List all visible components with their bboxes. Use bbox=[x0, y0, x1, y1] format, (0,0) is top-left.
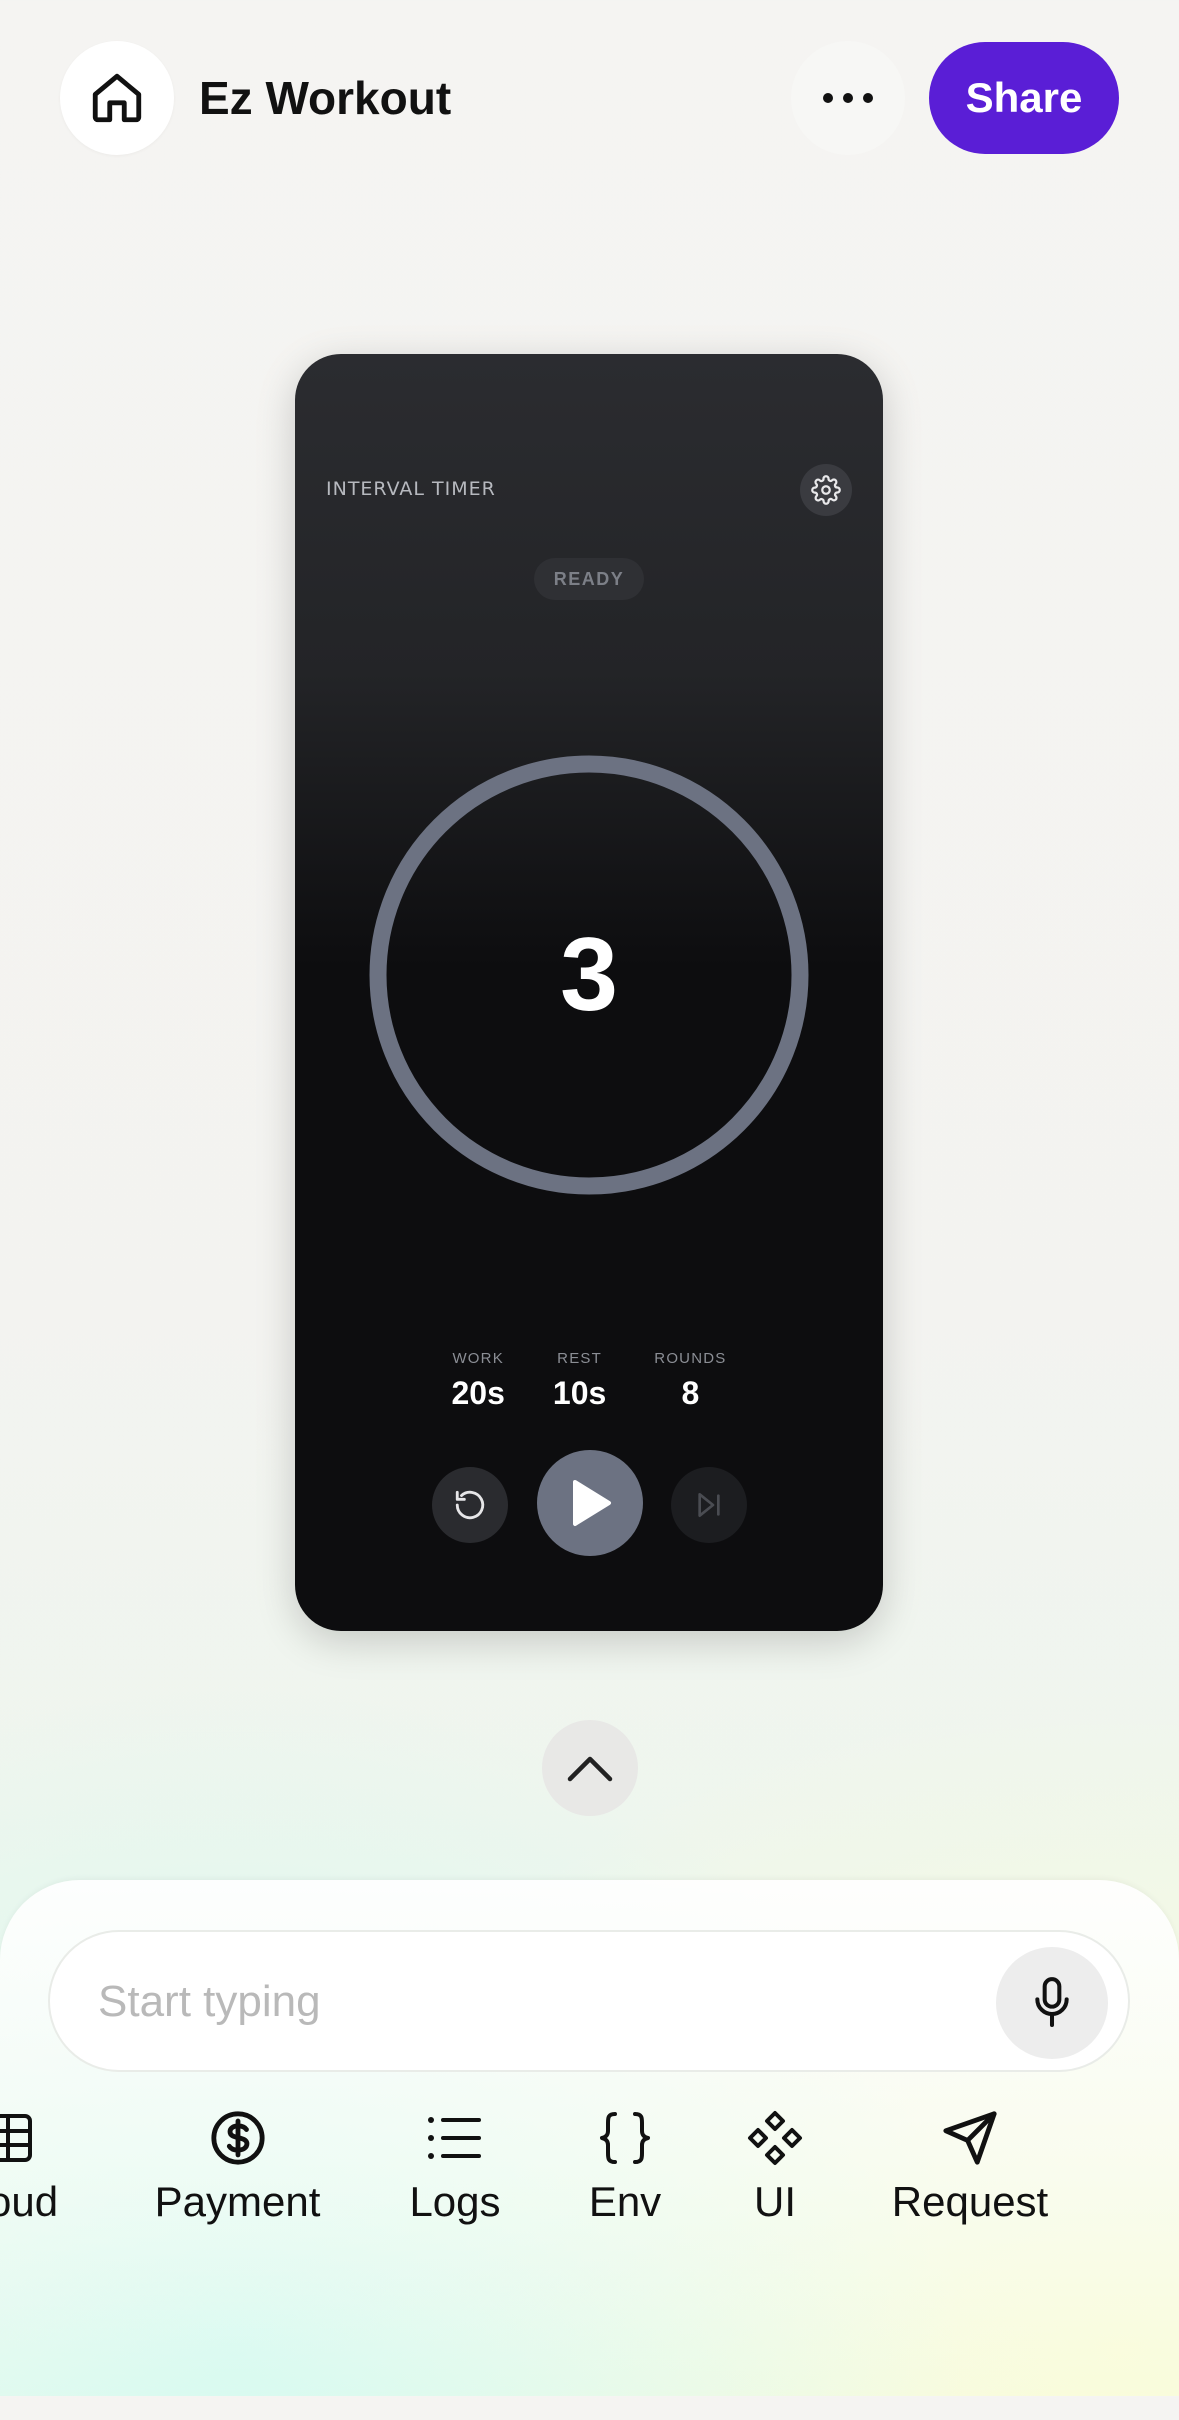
tool-label: Env bbox=[588, 2178, 662, 2225]
tool-payment[interactable]: Payment bbox=[145, 2108, 330, 2226]
status-badge: READY bbox=[534, 558, 644, 600]
app-preview-card: INTERVAL TIMER READY 3 WORK 20s REST 10s… bbox=[295, 354, 883, 1631]
microphone-icon bbox=[1035, 1977, 1069, 2028]
components-icon bbox=[748, 2111, 802, 2165]
dollar-circle-icon bbox=[210, 2111, 265, 2165]
tool-label: oud bbox=[0, 2178, 59, 2225]
list-icon bbox=[428, 2117, 481, 2159]
timer-stats: WORK 20s REST 10s ROUNDS 8 bbox=[295, 1350, 883, 1412]
stat-label: WORK bbox=[452, 1350, 504, 1367]
countdown-number: 3 bbox=[560, 916, 618, 1033]
tool-label: UI bbox=[754, 2178, 796, 2225]
home-icon bbox=[92, 73, 142, 123]
play-button[interactable] bbox=[537, 1450, 643, 1556]
more-horizontal-icon bbox=[823, 93, 873, 103]
send-icon bbox=[943, 2111, 997, 2165]
skip-forward-icon bbox=[698, 1493, 720, 1517]
skip-button[interactable] bbox=[671, 1467, 747, 1543]
table-icon bbox=[0, 2114, 32, 2162]
reset-button[interactable] bbox=[432, 1467, 508, 1543]
stat-value: 20s bbox=[451, 1375, 505, 1411]
tool-ui[interactable]: UI bbox=[730, 2108, 820, 2226]
gear-icon bbox=[811, 475, 841, 505]
tool-label: Payment bbox=[154, 2178, 321, 2225]
stat-label: ROUNDS bbox=[654, 1350, 727, 1367]
expand-button[interactable] bbox=[542, 1720, 638, 1816]
microphone-button[interactable] bbox=[996, 1947, 1108, 2059]
chevron-up-icon bbox=[567, 1756, 613, 1782]
app-title: Ez Workout bbox=[199, 72, 452, 124]
tool-logs[interactable]: Logs bbox=[395, 2108, 515, 2226]
tool-label: Request bbox=[891, 2178, 1049, 2225]
tool-label: Logs bbox=[409, 2178, 501, 2225]
stat-rounds: ROUNDS 8 bbox=[654, 1350, 726, 1412]
tool-request[interactable]: Request bbox=[880, 2108, 1060, 2226]
settings-button[interactable] bbox=[800, 464, 852, 516]
stat-work: WORK 20s bbox=[452, 1350, 505, 1412]
share-button[interactable]: Share bbox=[929, 42, 1119, 154]
stat-value: 8 bbox=[681, 1375, 700, 1411]
tool-env[interactable]: Env bbox=[570, 2108, 680, 2226]
stat-value: 10s bbox=[552, 1375, 607, 1411]
composer-input-container bbox=[48, 1930, 1130, 2072]
reset-icon bbox=[455, 1490, 485, 1520]
tool-cloud[interactable]: oud bbox=[0, 2108, 78, 2226]
timer-title: INTERVAL TIMER bbox=[326, 478, 496, 500]
composer-input[interactable] bbox=[96, 1932, 980, 2072]
stat-rest: REST 10s bbox=[553, 1350, 606, 1412]
stat-label: REST bbox=[557, 1350, 602, 1367]
home-button[interactable] bbox=[60, 41, 174, 155]
braces-icon bbox=[600, 2112, 650, 2164]
more-options-button[interactable] bbox=[791, 41, 905, 155]
play-icon bbox=[573, 1480, 611, 1526]
